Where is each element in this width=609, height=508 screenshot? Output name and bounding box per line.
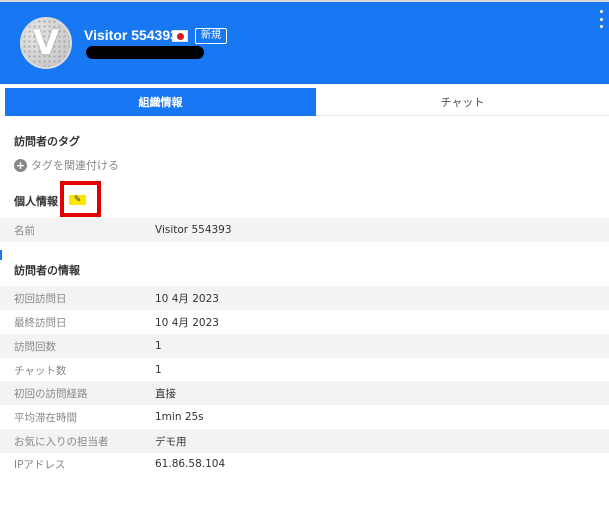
row-value: 1 <box>155 340 162 352</box>
row-label: 初回訪問日 <box>14 292 67 305</box>
kebab-dot <box>599 10 603 13</box>
info-row: 初回の訪問経路 直接 <box>0 381 609 405</box>
redacted-info <box>86 46 204 59</box>
kebab-dot <box>599 25 603 28</box>
row-label: 平均滞在時間 <box>14 411 77 424</box>
info-row: チャット数 1 <box>0 358 609 382</box>
row-value: Visitor 554393 <box>155 224 232 236</box>
info-row: お気に入りの担当者 デモ用 <box>0 429 609 453</box>
info-row: 平均滞在時間 1min 25s <box>0 405 609 429</box>
tab-bar: 組織情報 チャット <box>5 88 609 116</box>
row-value: 10 4月 2023 <box>155 292 219 305</box>
tab-organization-info[interactable]: 組織情報 <box>5 88 316 116</box>
row-label: IPアドレス <box>14 458 66 471</box>
row-label: チャット数 <box>14 364 67 377</box>
edit-highlight-box: ✎ <box>60 181 101 217</box>
info-row-name: 名前 Visitor 554393 <box>0 218 609 242</box>
info-row: IPアドレス 61.86.58.104 <box>0 452 609 476</box>
info-row: 訪問回数 1 <box>0 334 609 358</box>
visitor-name: Visitor 554393 <box>84 27 178 43</box>
row-value: 1 <box>155 364 162 376</box>
row-value: 61.86.58.104 <box>155 458 226 470</box>
kebab-menu-icon[interactable] <box>598 10 604 28</box>
visitor-info-title: 訪問者の情報 <box>14 264 80 277</box>
row-value: 直接 <box>155 387 176 400</box>
row-label: 名前 <box>14 224 35 237</box>
info-row: 初回訪問日 10 4月 2023 <box>0 286 609 310</box>
plus-circle-icon: + <box>14 158 27 172</box>
japan-flag-icon <box>172 30 188 42</box>
add-tag-label: タグを関連付ける <box>31 159 119 172</box>
kebab-dot <box>599 17 603 21</box>
row-label: 最終訪問日 <box>14 316 67 329</box>
avatar-letter: V <box>32 23 60 63</box>
left-edge-marker <box>0 250 2 260</box>
visitor-header: V Visitor 554393 新規 <box>0 2 609 84</box>
row-value: デモ用 <box>155 435 187 448</box>
row-label: 訪問回数 <box>14 340 56 353</box>
avatar: V <box>20 17 72 69</box>
info-row: 最終訪問日 10 4月 2023 <box>0 310 609 334</box>
row-label: お気に入りの担当者 <box>14 435 109 448</box>
row-value: 10 4月 2023 <box>155 316 219 329</box>
personal-info-title: 個人情報 <box>14 195 58 208</box>
add-tag-link[interactable]: + タグを関連付ける <box>14 158 119 172</box>
pencil-icon[interactable]: ✎ <box>69 195 86 205</box>
visitor-tags-title: 訪問者のタグ <box>14 135 80 148</box>
row-label: 初回の訪問経路 <box>14 387 88 400</box>
new-badge: 新規 <box>195 28 227 44</box>
tab-chat[interactable]: チャット <box>316 88 609 116</box>
row-value: 1min 25s <box>155 411 204 423</box>
